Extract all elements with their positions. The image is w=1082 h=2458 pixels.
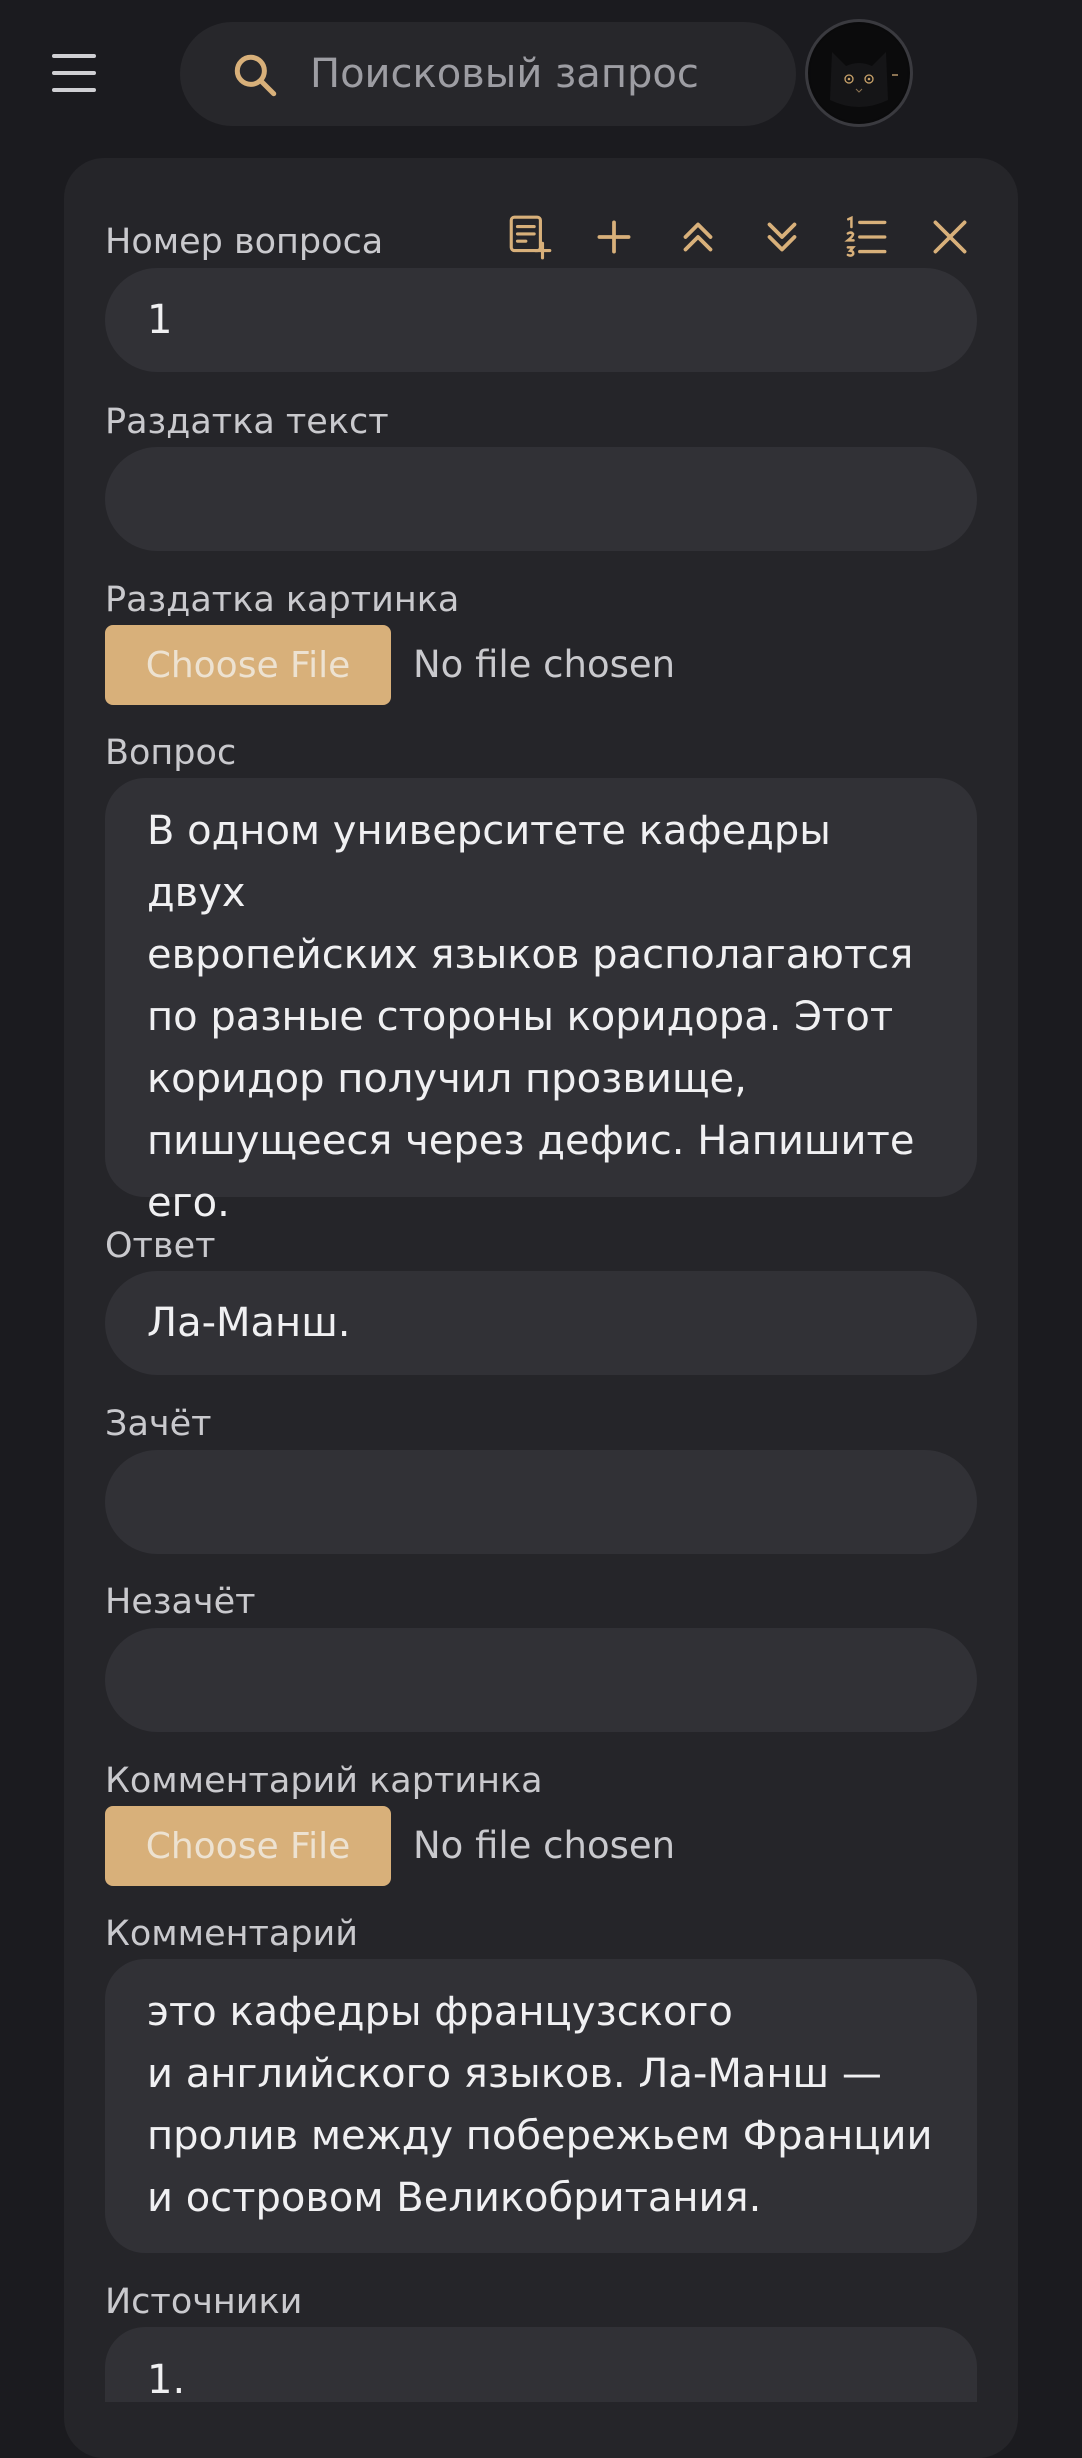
comment-image-status: No file chosen [413,1824,676,1867]
sources-label: Источники [105,2282,303,2322]
search-input[interactable] [310,22,770,126]
avatar[interactable] [808,22,910,124]
question-number-label: Номер вопроса [105,222,384,262]
comment-image-label: Комментарий картинка [105,1761,543,1801]
sources-textarea[interactable]: 1. [105,2327,977,2403]
accepted-input[interactable] [105,1450,977,1554]
accepted-label: Зачёт [105,1404,212,1444]
question-label: Вопрос [105,733,237,773]
handout-image-label: Раздатка картинка [105,580,460,620]
answer-value: Ла-Манш. [147,1300,351,1346]
numbered-list-icon[interactable] [841,212,891,262]
answer-label: Ответ [105,1226,216,1266]
not-accepted-input[interactable] [105,1628,977,1732]
chevrons-up-icon[interactable] [673,212,723,262]
not-accepted-label: Незачёт [105,1582,256,1622]
close-icon[interactable] [925,212,975,262]
handout-image-choose-button[interactable]: Choose File [105,625,391,705]
handout-text-label: Раздатка текст [105,402,389,442]
chevrons-down-icon[interactable] [757,212,807,262]
search-bar[interactable] [180,22,796,126]
question-number-value: 1 [147,297,173,343]
question-textarea[interactable]: В одном университете кафедры двух европе… [105,778,977,1226]
comment-textarea[interactable]: это кафедры французского и английского я… [105,1959,977,2253]
handout-image-status: No file chosen [413,643,676,686]
top-bar [0,0,1082,140]
cat-avatar-icon [810,24,908,122]
menu-icon[interactable] [44,50,104,96]
answer-input[interactable]: Ла-Манш. [105,1271,977,1375]
comment-image-choose-button[interactable]: Choose File [105,1806,391,1886]
add-note-icon[interactable] [505,212,555,262]
handout-text-input[interactable] [105,447,977,551]
search-icon [234,54,277,97]
question-number-input[interactable]: 1 [105,268,977,372]
comment-label: Комментарий [105,1914,359,1954]
plus-icon[interactable] [589,212,639,262]
